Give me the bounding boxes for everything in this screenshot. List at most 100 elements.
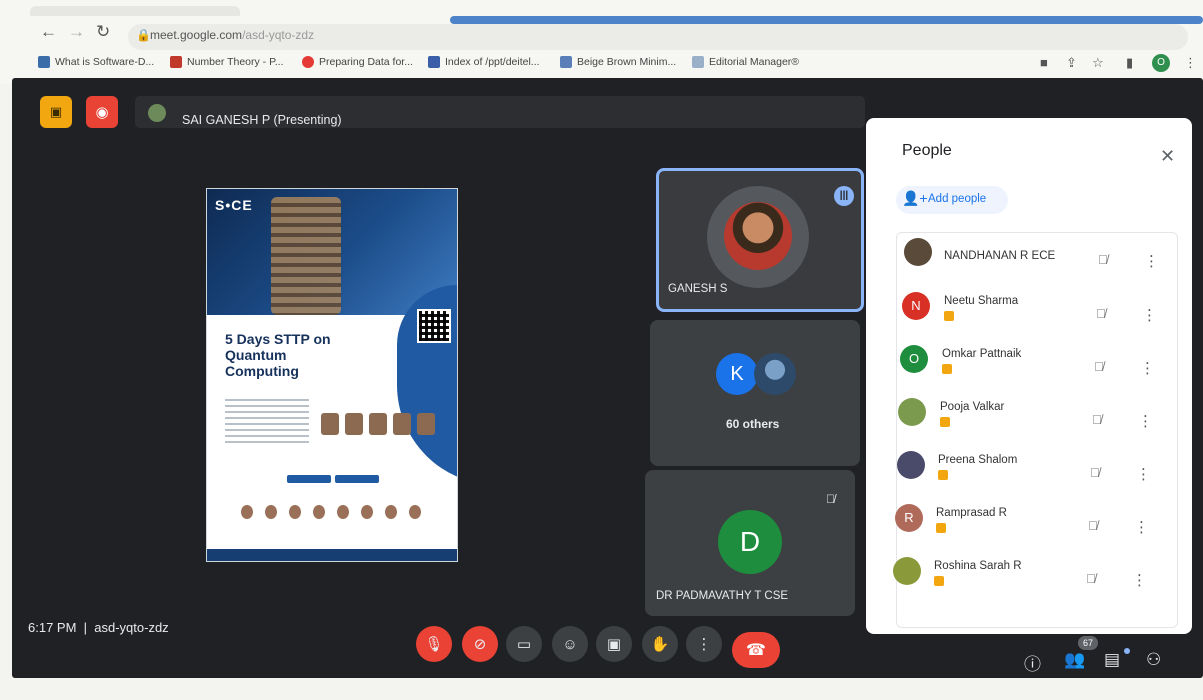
muted-icon[interactable]: 🎙̸ — [1096, 306, 1106, 321]
bookmark-favicon-icon — [560, 56, 572, 68]
reload-icon[interactable]: ↻ — [96, 22, 110, 42]
shared-screen-poster: S•CE 5 Days STTP on Quantum Computing — [206, 188, 458, 562]
bookmark-favicon-icon — [38, 56, 50, 68]
avatar: R — [895, 504, 923, 532]
more-vert-icon[interactable]: ⋮ — [1144, 252, 1159, 270]
status-badge — [940, 417, 950, 427]
present-screen-icon: ▣ — [606, 636, 622, 653]
muted-icon[interactable]: 🎙̸ — [1094, 359, 1104, 374]
mic-off-icon: 🎙 — [424, 636, 444, 653]
present-button[interactable]: ▣ — [596, 626, 632, 662]
avatar — [893, 557, 921, 585]
star-icon[interactable]: ☆ — [1092, 55, 1104, 71]
chat-icon[interactable]: ▤ — [1104, 650, 1120, 670]
captions-button[interactable]: ▭ — [506, 626, 542, 662]
chat-notification-dot — [1124, 648, 1130, 654]
more-vert-icon[interactable]: ⋮ — [1136, 465, 1151, 483]
bookmark-item[interactable]: Preparing Data for... — [302, 56, 413, 68]
raise-hand-button[interactable]: ✋ — [642, 626, 678, 662]
bookmark-item[interactable]: Beige Brown Minim... — [560, 56, 676, 68]
bookmark-item[interactable]: Number Theory - P... — [170, 56, 283, 68]
mic-toggle-button[interactable]: 🎙 — [416, 626, 452, 662]
bookmark-item[interactable]: Index of /ppt/deitel... — [428, 56, 540, 68]
camera-icon[interactable]: ■ — [1040, 55, 1048, 70]
avatar — [904, 238, 932, 266]
camera-off-icon: ⊘ — [473, 636, 487, 653]
sidebar-icon[interactable]: ▮ — [1126, 55, 1133, 71]
muted-icon[interactable]: 🎙̸ — [1088, 518, 1098, 533]
close-icon[interactable]: ✕ — [1160, 146, 1175, 167]
more-vert-icon[interactable]: ⋮ — [1184, 55, 1197, 71]
bookmark-item[interactable]: Editorial Manager® — [692, 56, 799, 68]
status-badge — [942, 364, 952, 374]
avatar — [898, 398, 926, 426]
participant-name: NANDHANAN R ECE — [944, 250, 1056, 262]
avatar: O — [900, 345, 928, 373]
forward-icon[interactable]: → — [68, 22, 85, 42]
status-badge — [936, 523, 946, 533]
muted-icon[interactable]: 🎙̸ — [1086, 571, 1096, 586]
bookmark-favicon-icon — [170, 56, 182, 68]
back-icon[interactable]: ← — [40, 22, 57, 42]
leave-call-button[interactable]: ☎ — [732, 632, 780, 668]
browser-tab[interactable] — [30, 6, 240, 16]
poster-organizer-photos — [241, 505, 421, 519]
speaking-indicator-icon: ||| — [834, 186, 854, 206]
more-vert-icon: ⋮ — [696, 636, 712, 653]
participant-name: DR PADMAVATHY T CSE — [656, 590, 789, 602]
share-icon[interactable]: ⇪ — [1066, 55, 1077, 71]
poster-qr-code — [417, 309, 451, 343]
accent-stripe — [450, 16, 1203, 24]
camera-toggle-button[interactable]: ⊘ — [462, 626, 498, 662]
avatar: N — [902, 292, 930, 320]
bookmark-favicon-icon — [428, 56, 440, 68]
poster-logo: S•CE — [215, 197, 253, 213]
presenter-avatar — [148, 104, 166, 122]
poster-speaker-photos — [321, 413, 435, 435]
more-vert-icon[interactable]: ⋮ — [1142, 306, 1157, 324]
camera-off-button[interactable]: ▣ — [40, 96, 72, 128]
reactions-button[interactable]: ☺ — [552, 626, 588, 662]
more-vert-icon[interactable]: ⋮ — [1134, 518, 1149, 536]
bookmark-favicon-icon — [692, 56, 704, 68]
add-person-icon: 👤+ — [902, 190, 928, 206]
avatar — [897, 451, 925, 479]
more-vert-icon[interactable]: ⋮ — [1138, 412, 1153, 430]
status-badge — [944, 311, 954, 321]
activities-icon[interactable]: ⚇ — [1146, 650, 1161, 670]
participant-name: Pooja Valkar — [940, 401, 1005, 413]
recording-button[interactable]: ◉ — [86, 96, 118, 128]
avatar-ganesh — [724, 202, 792, 270]
avatar-others-2 — [754, 353, 796, 395]
participant-name: Ramprasad R — [936, 507, 1007, 519]
muted-icon[interactable]: 🎙̸ — [1098, 252, 1108, 267]
meeting-info-icon[interactable]: ⓘ — [1024, 650, 1041, 675]
emoji-icon: ☺ — [562, 635, 578, 653]
profile-avatar[interactable]: O — [1152, 54, 1170, 72]
panel-title: People — [902, 142, 952, 159]
participant-name: Omkar Pattnaik — [942, 348, 1022, 360]
participant-name: GANESH S — [668, 283, 728, 295]
muted-icon[interactable]: 🎙̸ — [1092, 412, 1102, 427]
poster-footer — [207, 549, 457, 561]
poster-machine-image — [271, 197, 341, 315]
participant-tile-others[interactable] — [650, 320, 860, 466]
hangup-icon: ☎ — [746, 642, 766, 659]
status-badge — [938, 470, 948, 480]
more-vert-icon[interactable]: ⋮ — [1140, 359, 1155, 377]
camera-off-icon: ▣ — [49, 104, 63, 119]
url-text[interactable]: meet.google.com/asd-yqto-zdz — [150, 28, 314, 42]
poster-body-text — [225, 399, 309, 447]
add-people-label: Add people — [928, 193, 987, 205]
more-vert-icon[interactable]: ⋮ — [1132, 571, 1147, 589]
lock-icon[interactable]: 🔒 — [136, 28, 151, 42]
bookmark-item[interactable]: What is Software-D... — [38, 56, 154, 68]
muted-icon: 🎙̸ — [826, 492, 835, 506]
meeting-clock-code: 6:17 PM | asd-yqto-zdz — [28, 620, 169, 635]
participant-name: Preena Shalom — [938, 454, 1018, 466]
people-icon[interactable]: 👥 — [1064, 650, 1085, 670]
more-options-button[interactable]: ⋮ — [686, 626, 722, 662]
muted-icon[interactable]: 🎙̸ — [1090, 465, 1100, 480]
captions-icon: ▭ — [516, 636, 532, 653]
status-badge — [934, 576, 944, 586]
